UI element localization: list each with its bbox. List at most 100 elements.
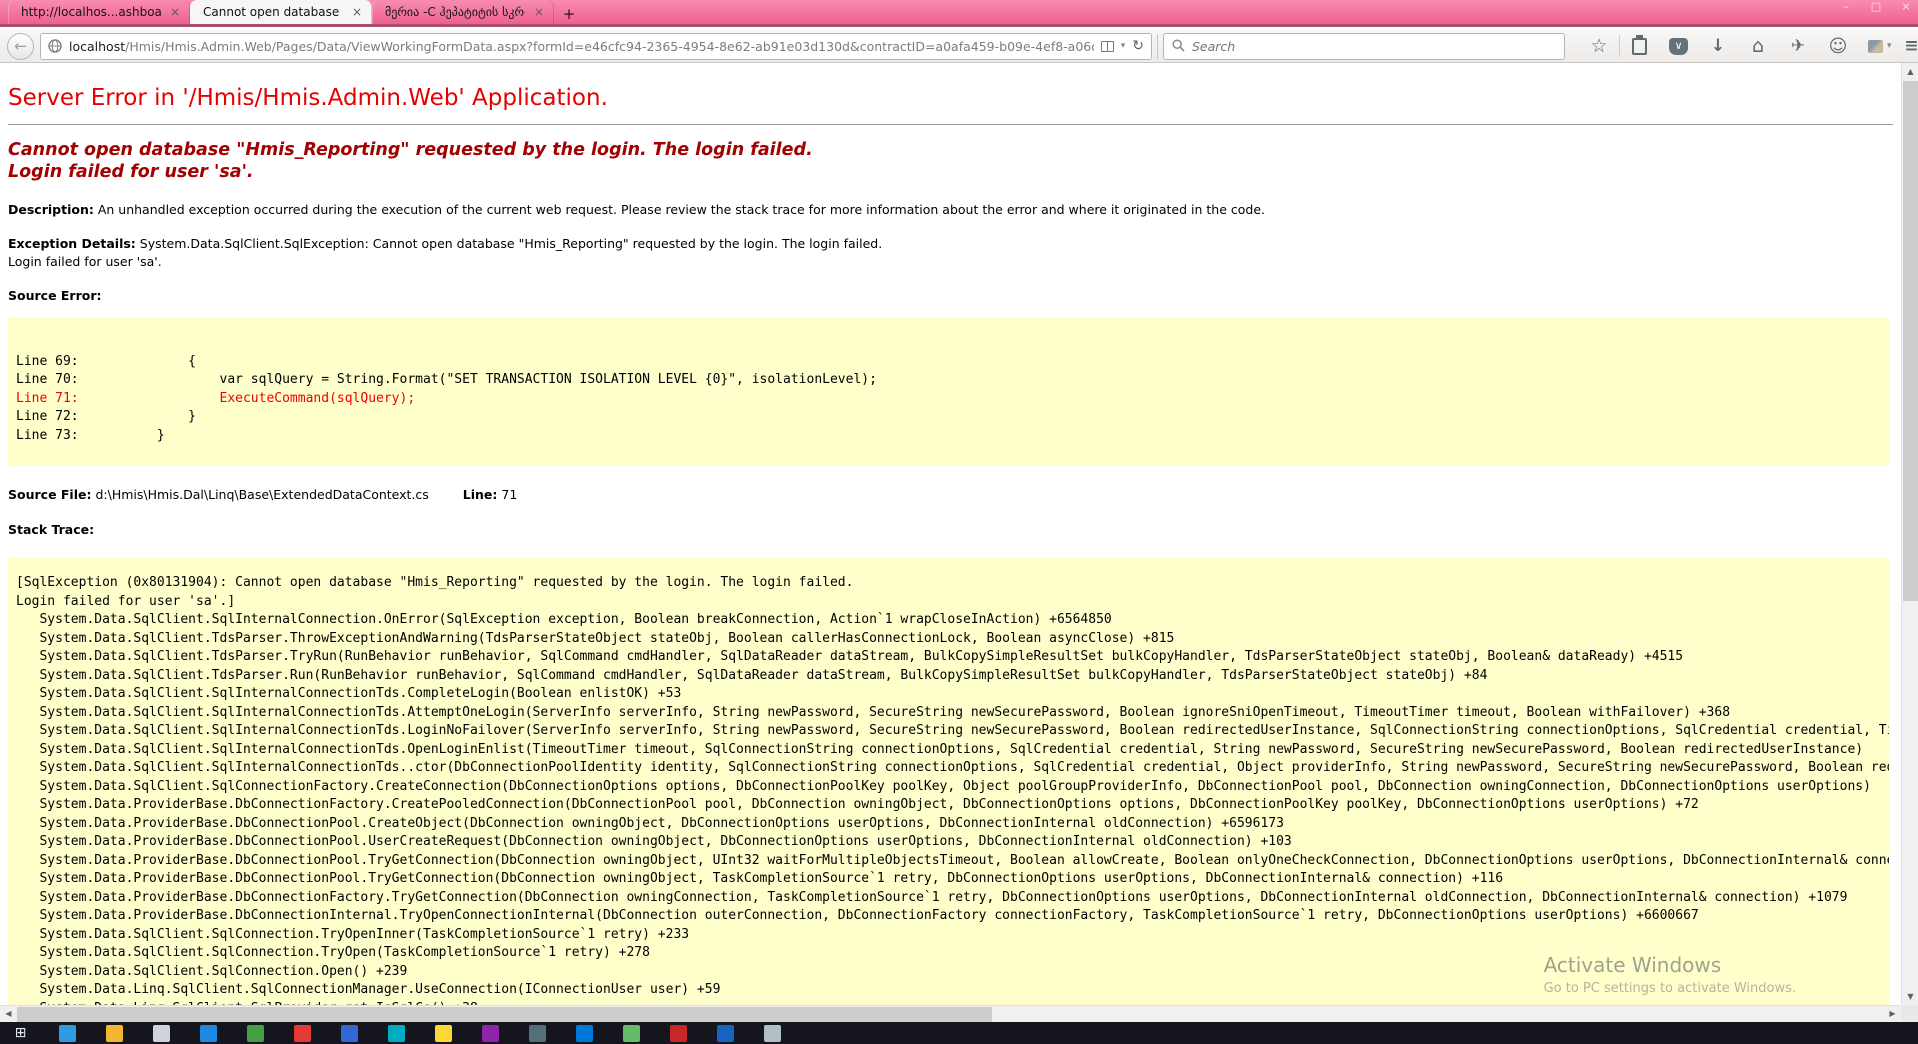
stack-trace-line: [SqlException (0x80131904): Cannot open … bbox=[16, 574, 1881, 593]
scroll-right-arrow-icon[interactable]: ▶ bbox=[1884, 1006, 1901, 1023]
reader-mode-icon[interactable] bbox=[1101, 41, 1114, 52]
browser-tab[interactable]: Cannot open database "Hmis_... × bbox=[190, 0, 372, 24]
description-label: Description: bbox=[8, 202, 94, 217]
taskbar-app-icon[interactable] bbox=[200, 1025, 217, 1042]
source-code-line: Line 71: ExecuteCommand(sqlQuery); bbox=[16, 390, 1881, 409]
source-code-line: Line 72: } bbox=[16, 408, 1881, 427]
taskbar-app-icon[interactable] bbox=[294, 1025, 311, 1042]
new-tab-button[interactable]: + bbox=[556, 4, 582, 24]
hamburger-menu-icon[interactable]: ≡ bbox=[1892, 33, 1918, 60]
url-dropdown-icon[interactable]: ▾ bbox=[1121, 41, 1126, 51]
taskbar-app-icon[interactable] bbox=[670, 1025, 687, 1042]
bookmarks-menu-icon[interactable] bbox=[1632, 38, 1647, 55]
stack-trace-line: System.Data.SqlClient.SqlInternalConnect… bbox=[16, 741, 1881, 760]
reload-icon[interactable]: ↻ bbox=[1132, 38, 1144, 54]
stack-trace-heading: Stack Trace: bbox=[8, 521, 1893, 539]
watermark-subtitle: Go to PC settings to activate Windows. bbox=[1544, 981, 1796, 996]
source-error-heading: Source Error: bbox=[8, 287, 1893, 305]
scroll-left-arrow-icon[interactable]: ◀ bbox=[0, 1006, 17, 1023]
site-globe-icon bbox=[48, 39, 62, 53]
activate-windows-watermark: Activate Windows Go to PC settings to ac… bbox=[1544, 953, 1796, 996]
stack-trace-line: System.Data.SqlClient.TdsParser.TryRun(R… bbox=[16, 648, 1881, 667]
tab-close-icon[interactable]: × bbox=[534, 6, 544, 18]
taskbar-app-icon[interactable] bbox=[106, 1025, 123, 1042]
exception-details-text2: Login failed for user 'sa'. bbox=[8, 254, 162, 269]
close-button[interactable]: × bbox=[1899, 0, 1913, 14]
windows-taskbar: ⊞ bbox=[0, 1022, 1918, 1044]
taskbar-app-icon[interactable] bbox=[247, 1025, 264, 1042]
description-text: An unhandled exception occurred during t… bbox=[98, 202, 1265, 217]
screen: http://localhos...ashboards.aspx × Canno… bbox=[0, 0, 1918, 1044]
tab-title: მერია -C ჰეპატიტის სკრინი... bbox=[385, 5, 525, 19]
source-code-line: Line 73: } bbox=[16, 427, 1881, 446]
watermark-title: Activate Windows bbox=[1544, 953, 1796, 977]
tab-close-icon[interactable]: × bbox=[170, 6, 180, 18]
taskbar-app-icon[interactable] bbox=[482, 1025, 499, 1042]
error-message-line2: Login failed for user 'sa'. bbox=[8, 162, 1893, 184]
stack-trace-line: System.Data.SqlClient.SqlConnection.TryO… bbox=[16, 926, 1881, 945]
line-number: 71 bbox=[501, 487, 517, 502]
addon-icon[interactable] bbox=[1868, 40, 1883, 53]
bookmark-star-icon[interactable]: ☆ bbox=[1579, 33, 1619, 60]
stack-trace-line: Login failed for user 'sa'.] bbox=[16, 593, 1881, 612]
tab-title: Cannot open database "Hmis_... bbox=[203, 5, 343, 19]
horizontal-scrollbar-thumb[interactable] bbox=[17, 1007, 992, 1022]
stack-trace-line: System.Data.SqlClient.TdsParser.ThrowExc… bbox=[16, 630, 1881, 649]
error-page-content: Server Error in '/Hmis/Hmis.Admin.Web' A… bbox=[0, 63, 1901, 1005]
taskbar-app-icon[interactable] bbox=[388, 1025, 405, 1042]
source-file-path: d:\Hmis\Hmis.Dal\Linq\Base\ExtendedDataC… bbox=[95, 487, 428, 502]
url-bar[interactable]: localhost/Hmis/Hmis.Admin.Web/Pages/Data… bbox=[40, 33, 1152, 60]
stack-trace-line: System.Data.SqlClient.SqlInternalConnect… bbox=[16, 685, 1881, 704]
taskbar-app-icon[interactable] bbox=[764, 1025, 781, 1042]
tab-close-icon[interactable]: × bbox=[352, 6, 362, 18]
stack-trace-line: System.Data.ProviderBase.DbConnectionFac… bbox=[16, 796, 1881, 815]
source-file-label: Source File: bbox=[8, 487, 91, 502]
home-icon[interactable]: ⌂ bbox=[1738, 33, 1778, 60]
vertical-scrollbar[interactable]: ▲ ▼ bbox=[1901, 63, 1918, 1005]
back-button[interactable]: ← bbox=[7, 33, 34, 60]
stack-trace-line: System.Data.ProviderBase.DbConnectionPoo… bbox=[16, 852, 1881, 871]
scroll-up-arrow-icon[interactable]: ▲ bbox=[1902, 63, 1918, 80]
tab-title: http://localhos...ashboards.aspx bbox=[21, 5, 161, 19]
maximize-button[interactable]: □ bbox=[1869, 0, 1883, 14]
source-error-box: Line 69: { Line 70: var sqlQuery = Strin… bbox=[8, 317, 1889, 466]
taskbar-app-icon[interactable] bbox=[153, 1025, 170, 1042]
source-code-line: Line 70: var sqlQuery = String.Format("S… bbox=[16, 371, 1881, 390]
url-text[interactable]: localhost/Hmis/Hmis.Admin.Web/Pages/Data… bbox=[69, 39, 1094, 54]
send-tab-icon[interactable]: ✈ bbox=[1778, 33, 1818, 60]
taskbar-app-icon[interactable] bbox=[576, 1025, 593, 1042]
taskbar-app-icon[interactable] bbox=[717, 1025, 734, 1042]
page-viewport: Server Error in '/Hmis/Hmis.Admin.Web' A… bbox=[0, 63, 1901, 1005]
browser-tab[interactable]: http://localhos...ashboards.aspx × bbox=[8, 0, 190, 24]
search-bar[interactable] bbox=[1163, 33, 1565, 60]
exception-details-paragraph: Exception Details: System.Data.SqlClient… bbox=[8, 235, 1893, 270]
browser-tab[interactable]: მერია -C ჰეპატიტის სკრინი... × bbox=[372, 0, 554, 24]
stack-trace-line: System.Data.SqlClient.TdsParser.Run(RunB… bbox=[16, 667, 1881, 686]
navigation-toolbar: ← localhost/Hmis/Hmis.Admin.Web/Pages/Da… bbox=[0, 30, 1918, 63]
vertical-scrollbar-thumb[interactable] bbox=[1903, 81, 1918, 601]
search-input[interactable] bbox=[1192, 39, 1556, 54]
stack-trace-line: System.Data.ProviderBase.DbConnectionFac… bbox=[16, 889, 1881, 908]
tab-bar: http://localhos...ashboards.aspx × Canno… bbox=[0, 0, 1918, 27]
stack-trace-box: [SqlException (0x80131904): Cannot open … bbox=[8, 558, 1889, 1005]
url-bar-icons: ▾ ↻ bbox=[1101, 38, 1144, 54]
page-title: Server Error in '/Hmis/Hmis.Admin.Web' A… bbox=[8, 85, 1893, 111]
taskbar-app-icon[interactable] bbox=[623, 1025, 640, 1042]
horizontal-scrollbar[interactable]: ◀ ▶ bbox=[0, 1005, 1901, 1022]
taskbar-app-icon[interactable] bbox=[529, 1025, 546, 1042]
taskbar-app-icon[interactable] bbox=[59, 1025, 76, 1042]
stack-trace-label: Stack Trace: bbox=[8, 522, 94, 537]
taskbar-app-icon[interactable]: ⊞ bbox=[12, 1025, 29, 1042]
scroll-down-arrow-icon[interactable]: ▼ bbox=[1902, 988, 1918, 1005]
minimize-button[interactable]: – bbox=[1839, 0, 1853, 14]
downloads-icon[interactable]: ↓ bbox=[1698, 33, 1738, 60]
stack-trace-line: System.Data.SqlClient.SqlInternalConnect… bbox=[16, 611, 1881, 630]
taskbar-app-icon[interactable] bbox=[435, 1025, 452, 1042]
pocket-icon[interactable]: ∨ bbox=[1669, 38, 1688, 55]
source-error-label: Source Error: bbox=[8, 288, 102, 303]
search-icon bbox=[1172, 37, 1185, 56]
stack-trace-line: System.Data.SqlClient.SqlConnectionFacto… bbox=[16, 778, 1881, 797]
feedback-smiley-icon[interactable]: ☺ bbox=[1818, 33, 1858, 60]
taskbar-app-icon[interactable] bbox=[341, 1025, 358, 1042]
source-file-line: Source File: d:\Hmis\Hmis.Dal\Linq\Base\… bbox=[8, 486, 1893, 504]
